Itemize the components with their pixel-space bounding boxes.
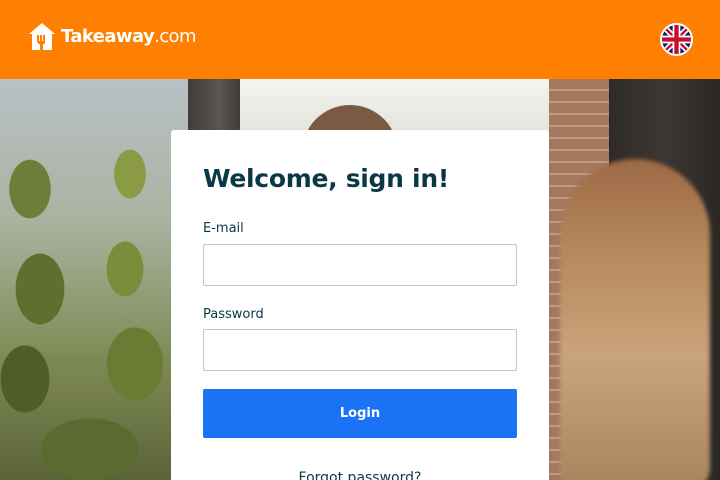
email-label: E-mail [203, 221, 244, 236]
password-label: Password [203, 307, 264, 322]
login-card: Welcome, sign in! E-mail Password Login … [171, 130, 549, 480]
house-fork-icon [29, 22, 55, 50]
login-button[interactable]: Login [203, 389, 517, 438]
background-foliage [0, 79, 190, 480]
login-title: Welcome, sign in! [203, 164, 449, 193]
background-woman [560, 159, 710, 480]
uk-flag-icon [662, 25, 691, 54]
language-selector[interactable] [660, 23, 693, 56]
password-field[interactable] [203, 329, 517, 371]
logo-text: Takeaway.com [61, 26, 196, 47]
top-header: Takeaway.com [0, 0, 720, 79]
takeaway-logo[interactable]: Takeaway.com [28, 21, 196, 51]
logo-brand: Takeaway [61, 25, 155, 47]
email-field[interactable] [203, 244, 517, 286]
forgot-password-link[interactable]: Forgot password? [171, 470, 549, 480]
logo-suffix: .com [154, 25, 196, 47]
